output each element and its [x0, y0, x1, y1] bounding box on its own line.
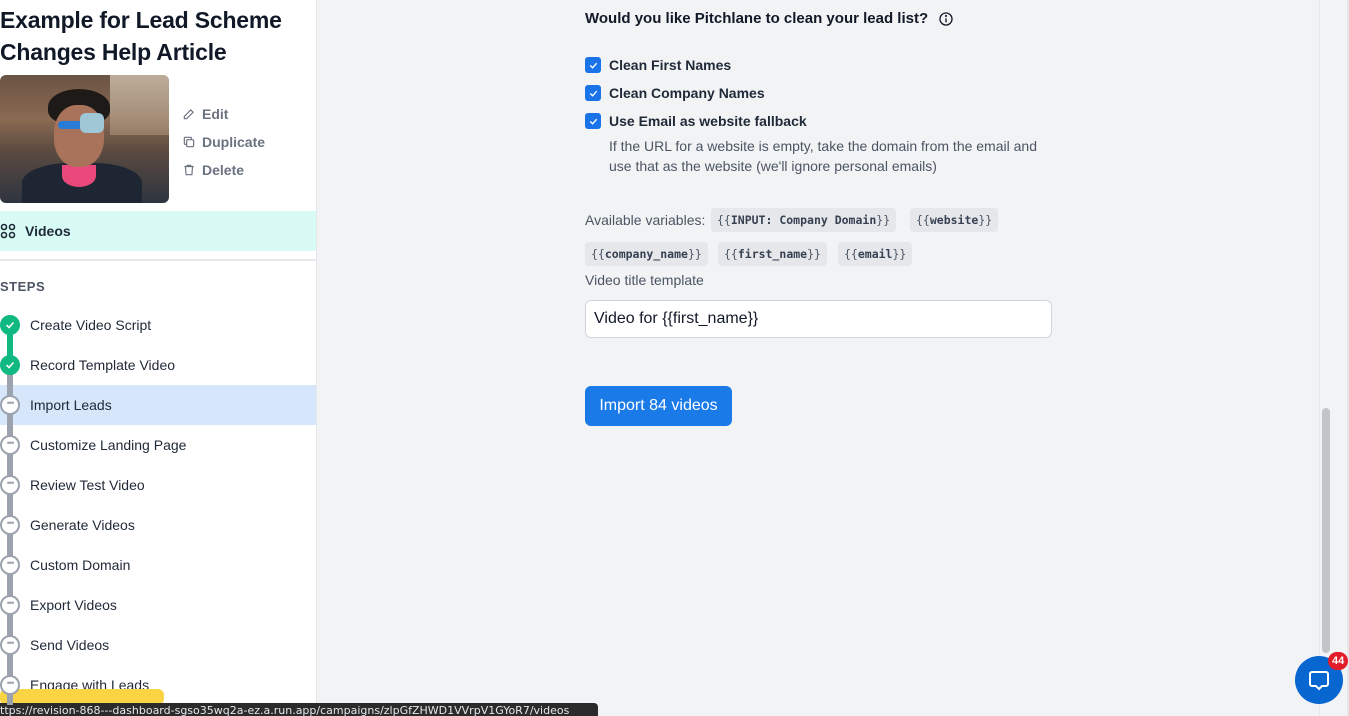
video-thumbnail[interactable]	[0, 75, 169, 203]
checkbox-checked-icon	[585, 85, 601, 101]
copy-icon	[183, 136, 195, 148]
step-send-videos[interactable]: ••• Send Videos	[0, 625, 316, 665]
email-website-fallback-checkbox[interactable]: Use Email as website fallback	[585, 113, 807, 129]
pending-icon: •••	[0, 435, 20, 455]
chat-icon	[1309, 671, 1329, 691]
chat-unread-badge: 44	[1328, 652, 1349, 670]
step-custom-domain[interactable]: ••• Custom Domain	[0, 545, 316, 585]
delete-button[interactable]: Delete	[182, 156, 265, 184]
steps-list: Create Video Script Record Template Vide…	[0, 305, 316, 705]
title-template-input[interactable]	[585, 300, 1052, 338]
edit-button[interactable]: Edit	[182, 100, 265, 128]
campaign-title: Example for Lead Scheme Changes Help Art…	[0, 7, 282, 65]
video-actions: Edit Duplicate Delete	[182, 100, 265, 184]
info-icon[interactable]	[938, 11, 954, 27]
pending-icon: •••	[0, 395, 20, 415]
pending-icon: •••	[0, 675, 20, 695]
main-content: Would you like Pitchlane to clean your l…	[318, 0, 1318, 716]
step-import-leads[interactable]: ••• Import Leads	[0, 385, 316, 425]
step-record-template-video[interactable]: Record Template Video	[0, 345, 316, 385]
step-create-video-script[interactable]: Create Video Script	[0, 305, 316, 345]
step-customize-landing-page[interactable]: ••• Customize Landing Page	[0, 425, 316, 465]
trash-icon	[184, 164, 194, 176]
title-template-label: Video title template	[585, 272, 704, 288]
variable-chip[interactable]: {{company_name}}	[585, 242, 708, 266]
clean-first-names-checkbox[interactable]: Clean First Names	[585, 57, 731, 73]
step-generate-videos[interactable]: ••• Generate Videos	[0, 505, 316, 545]
pending-icon: •••	[0, 595, 20, 615]
variable-chip[interactable]: {{email}}	[838, 242, 913, 266]
sidebar: Example for Lead Scheme Changes Help Art…	[0, 0, 317, 716]
pending-icon: •••	[0, 555, 20, 575]
checkbox-checked-icon	[585, 57, 601, 73]
pending-icon: •••	[0, 475, 20, 495]
pencil-icon	[183, 109, 194, 120]
step-export-videos[interactable]: ••• Export Videos	[0, 585, 316, 625]
pending-icon: •••	[0, 635, 20, 655]
checkbox-checked-icon	[585, 113, 601, 129]
variables-label: Available variables:	[585, 212, 706, 228]
fallback-description: If the URL for a website is empty, take …	[609, 138, 1037, 174]
step-review-test-video[interactable]: ••• Review Test Video	[0, 465, 316, 505]
duplicate-button[interactable]: Duplicate	[182, 128, 265, 156]
variable-chip[interactable]: {{first_name}}	[718, 242, 827, 266]
videos-tab[interactable]: Videos	[0, 211, 316, 251]
scrollbar-thumb[interactable]	[1322, 408, 1330, 653]
pending-icon: •••	[0, 515, 20, 535]
check-icon	[0, 315, 20, 335]
variable-chip[interactable]: {{INPUT: Company Domain}}	[711, 208, 897, 232]
variable-chip[interactable]: {{website}}	[910, 208, 999, 232]
import-videos-button[interactable]: Import 84 videos	[585, 386, 732, 426]
divider	[0, 259, 316, 261]
clean-company-names-checkbox[interactable]: Clean Company Names	[585, 85, 765, 101]
steps-heading: STEPS	[0, 279, 46, 294]
check-icon	[0, 355, 20, 375]
clean-question: Would you like Pitchlane to clean your l…	[585, 10, 954, 27]
grid-icon	[0, 223, 16, 239]
